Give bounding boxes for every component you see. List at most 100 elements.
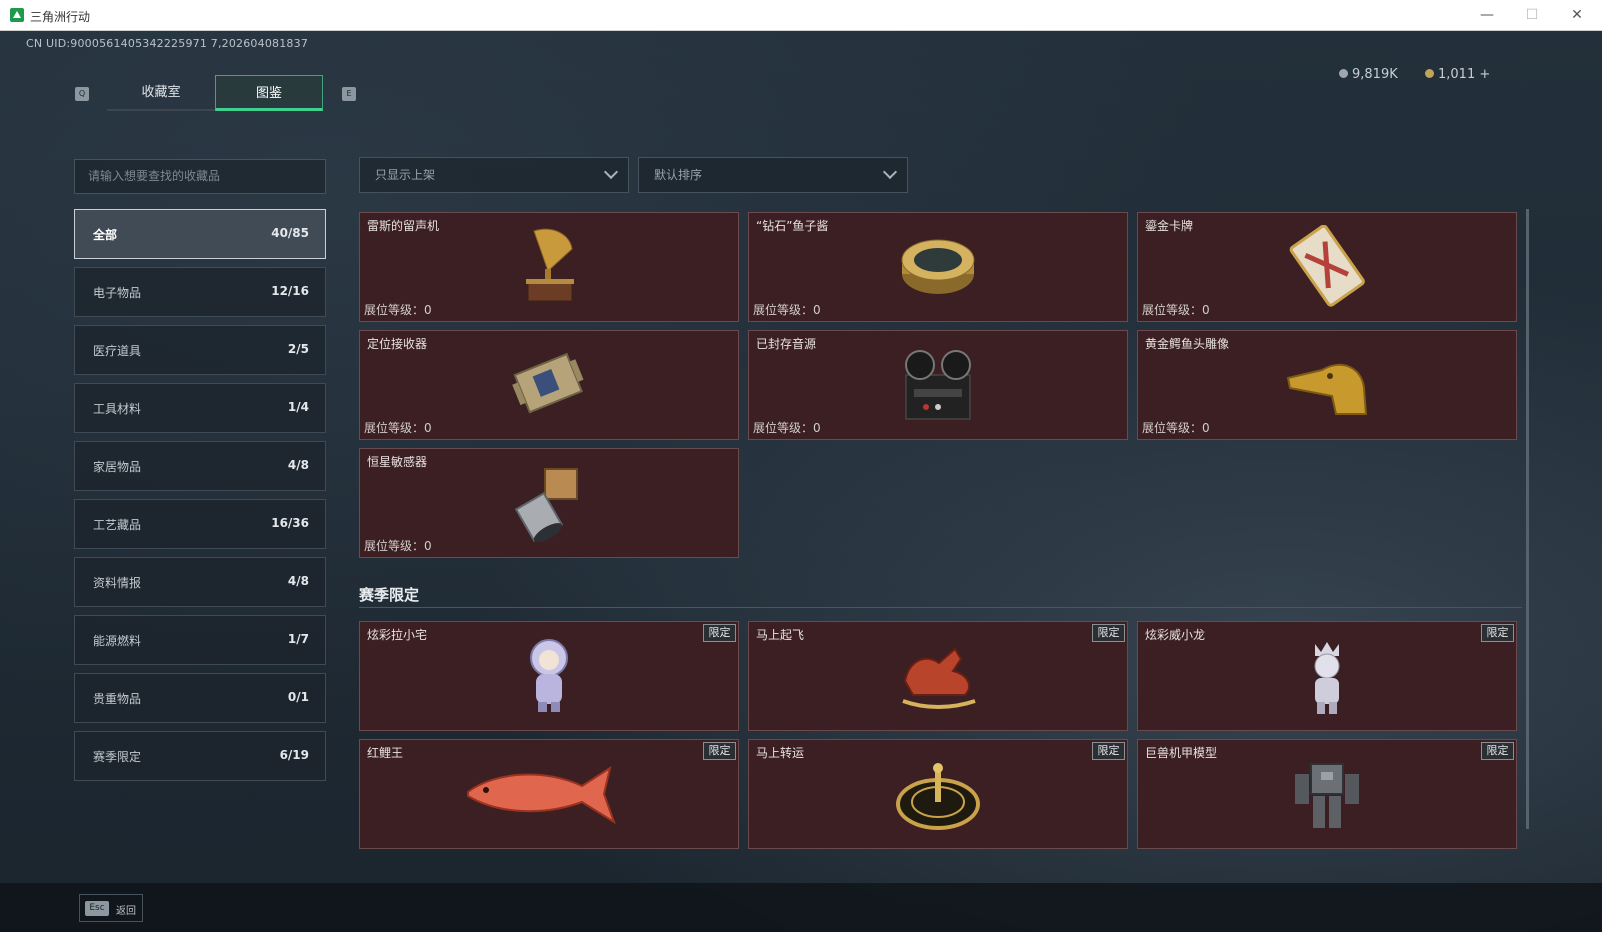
item-name: 炫彩拉小宅	[367, 628, 428, 642]
display-level: 展位等级：0	[364, 421, 432, 435]
search-input[interactable]: 请输入想要查找的收藏品	[74, 159, 326, 194]
uid-label: CN UID:9000561405342225971 7,20260408183…	[26, 37, 309, 50]
silver-amount: 9,819K	[1352, 67, 1398, 82]
item-name: 黄金鳄鱼头雕像	[1145, 337, 1230, 351]
maximize-button[interactable]: ☐	[1510, 2, 1554, 28]
category-label: 工艺藏品	[93, 518, 142, 532]
category-label: 家居物品	[93, 460, 142, 474]
gold-currency[interactable]: 1,011 +	[1425, 67, 1490, 82]
chevron-down-icon	[882, 164, 898, 180]
item-name: 马上转运	[756, 746, 805, 760]
gramophone-icon	[526, 228, 574, 302]
item-name: 恒星敏感器	[367, 455, 428, 469]
gold-coin-icon	[1425, 69, 1434, 78]
season-card[interactable]: 马上转运 限定	[748, 739, 1128, 849]
season-card[interactable]: 炫彩拉小宅 限定	[359, 621, 739, 731]
category-label: 赛季限定	[93, 750, 142, 764]
figurine-crown-icon	[1314, 642, 1340, 714]
next-tab-key-hint: E	[342, 87, 356, 101]
app-logo-icon	[10, 8, 24, 22]
silver-coin-icon	[1339, 69, 1348, 78]
collection-card[interactable]: 恒星敏感器 展位等级：0	[359, 448, 739, 558]
season-card[interactable]: 炫彩威小龙 限定	[1137, 621, 1517, 731]
item-name: 炫彩威小龙	[1145, 628, 1206, 642]
figurine-astronaut-icon	[530, 639, 568, 712]
red-carp-icon	[467, 765, 616, 825]
display-level: 展位等级：0	[1142, 421, 1210, 435]
esc-key-hint: Esc	[85, 901, 109, 916]
limited-badge: 限定	[703, 742, 736, 760]
main-stage: CN UID:9000561405342225971 7,20260408183…	[0, 31, 1602, 932]
category-count: 1/4	[287, 400, 309, 414]
category-label: 电子物品	[93, 286, 142, 300]
item-name: “钻石”鱼子酱	[756, 219, 829, 233]
category-count: 4/8	[287, 458, 309, 472]
collection-card[interactable]: 定位接收器 展位等级：0	[359, 330, 739, 440]
limited-badge: 限定	[1481, 624, 1514, 642]
content-scrollbar[interactable]	[1526, 209, 1529, 829]
season-card[interactable]: 马上起飞 限定	[748, 621, 1128, 731]
item-name: 鎏金卡牌	[1145, 219, 1194, 233]
limited-badge: 限定	[703, 624, 736, 642]
bottom-bar: Esc 返回	[0, 883, 1602, 932]
category-item-electronics[interactable]: 电子物品 12/16	[74, 267, 326, 317]
prev-tab-key-hint: Q	[75, 87, 89, 101]
category-item-crafts[interactable]: 工艺藏品 16/36	[74, 499, 326, 549]
limited-badge: 限定	[1092, 742, 1125, 760]
mech-model-icon	[1295, 763, 1359, 828]
category-item-tools[interactable]: 工具材料 1/4	[74, 383, 326, 433]
category-label: 医疗道具	[93, 344, 142, 358]
red-horse-icon	[902, 647, 976, 709]
limited-badge: 限定	[1481, 742, 1514, 760]
category-count: 1/7	[287, 632, 309, 646]
gilded-card-icon	[1289, 225, 1365, 307]
season-section-title: 赛季限定	[359, 586, 420, 604]
season-card[interactable]: 巨兽机甲模型 限定	[1137, 739, 1517, 849]
category-count: 0/1	[287, 690, 309, 704]
collection-card[interactable]: 黄金鳄鱼头雕像 展位等级：0	[1137, 330, 1517, 440]
season-card[interactable]: 红鲤王 限定	[359, 739, 739, 849]
category-item-home[interactable]: 家居物品 4/8	[74, 441, 326, 491]
category-count: 2/5	[287, 342, 309, 356]
display-level: 展位等级：0	[1142, 303, 1210, 317]
category-item-season[interactable]: 赛季限定 6/19	[74, 731, 326, 781]
gold-compass-icon	[896, 763, 980, 830]
category-count: 16/36	[271, 516, 309, 530]
collection-card[interactable]: “钻石”鱼子酱 展位等级：0	[748, 212, 1128, 322]
filter-dropdown-label: 只显示上架	[375, 168, 436, 182]
item-name: 红鲤王	[367, 746, 404, 760]
back-label: 返回	[116, 906, 136, 917]
close-button[interactable]: ✕	[1555, 2, 1599, 28]
minimize-button[interactable]: —	[1465, 2, 1509, 28]
collection-card[interactable]: 已封存音源 展位等级：0	[748, 330, 1128, 440]
star-sensor-icon	[514, 468, 578, 543]
category-item-all[interactable]: 全部 40/85	[74, 209, 326, 259]
gold-crocodile-icon	[1286, 363, 1368, 415]
category-item-energy[interactable]: 能源燃料 1/7	[74, 615, 326, 665]
category-label: 能源燃料	[93, 634, 142, 648]
item-name: 已封存音源	[756, 337, 817, 351]
category-item-valuables[interactable]: 贵重物品 0/1	[74, 673, 326, 723]
category-count: 6/19	[279, 748, 309, 762]
display-level: 展位等级：0	[364, 303, 432, 317]
category-count: 4/8	[287, 574, 309, 588]
sort-dropdown-label: 默认排序	[654, 168, 703, 182]
sort-dropdown[interactable]: 默认排序	[638, 157, 908, 193]
silver-currency: 9,819K	[1339, 67, 1398, 82]
collection-card[interactable]: 鎏金卡牌 展位等级：0	[1137, 212, 1517, 322]
receiver-icon	[512, 352, 584, 414]
display-level: 展位等级：0	[753, 421, 821, 435]
caviar-tin-icon	[901, 239, 975, 294]
back-button[interactable]: Esc 返回	[79, 894, 143, 922]
category-count: 40/85	[271, 226, 309, 240]
item-name: 雷斯的留声机	[367, 219, 440, 233]
category-count: 12/16	[271, 284, 309, 298]
tab-codex[interactable]: 图鉴	[215, 75, 323, 111]
tab-collection-room[interactable]: 收藏室	[107, 75, 215, 111]
category-item-intel[interactable]: 资料情报 4/8	[74, 557, 326, 607]
category-item-medical[interactable]: 医疗道具 2/5	[74, 325, 326, 375]
collection-card[interactable]: 雷斯的留声机 展位等级：0	[359, 212, 739, 322]
tape-recorder-icon	[905, 350, 971, 420]
filter-dropdown[interactable]: 只显示上架	[359, 157, 629, 193]
item-name: 马上起飞	[756, 628, 805, 642]
